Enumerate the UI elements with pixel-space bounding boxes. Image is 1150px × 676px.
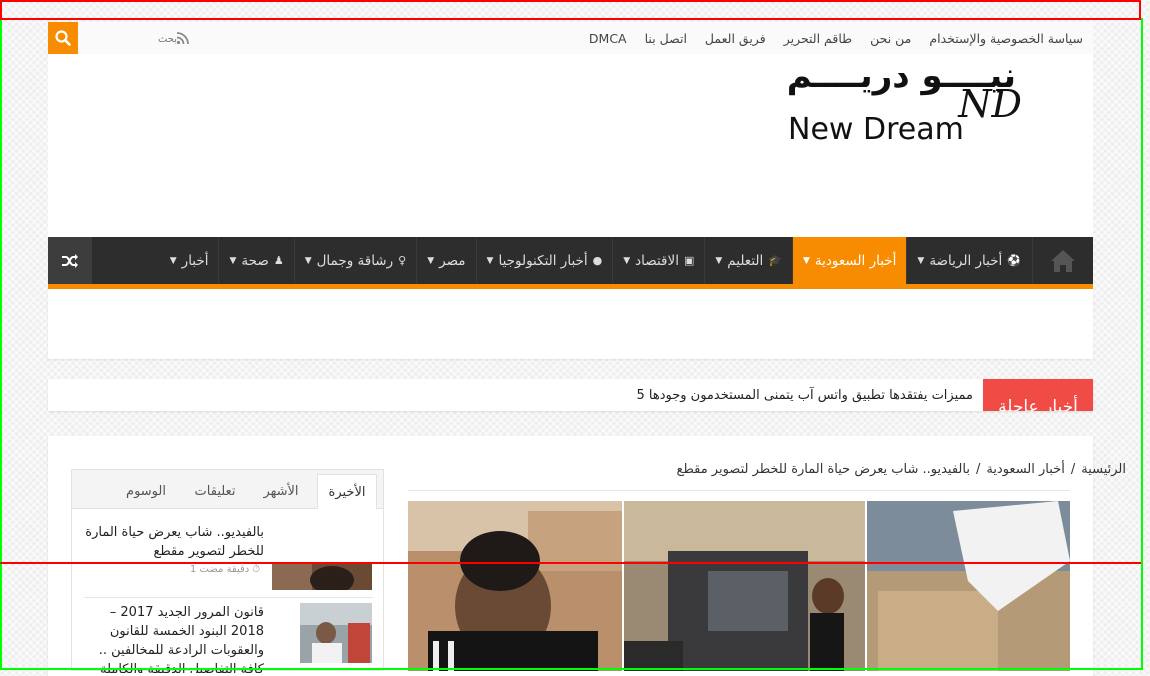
nav-item-label: مصر bbox=[439, 252, 466, 269]
caret-down-icon: ▼ bbox=[169, 255, 177, 266]
breadcrumb-category[interactable]: أخبار السعودية bbox=[986, 462, 1064, 477]
breaking-news-label: أخبار عاجلة bbox=[983, 379, 1093, 411]
nav-item-fitness[interactable]: ♀ رشاقة وجمال ▼ bbox=[293, 237, 417, 284]
tab-popular[interactable]: الأشهر bbox=[255, 474, 307, 508]
top-link-dmca[interactable]: DMCA bbox=[589, 31, 627, 46]
nav-item-label: الاقتصاد bbox=[635, 252, 679, 269]
nav-item-label: أخبار السعودية bbox=[814, 252, 897, 269]
tab-comments[interactable]: تعليقات bbox=[186, 474, 244, 508]
divider bbox=[408, 490, 1070, 491]
caret-down-icon: ▼ bbox=[623, 255, 631, 266]
nav-item-technology[interactable]: ● أخبار التكنولوجيا ▼ bbox=[475, 237, 613, 284]
random-article-button[interactable] bbox=[48, 237, 92, 284]
home-button[interactable] bbox=[1032, 237, 1093, 284]
list-item-title[interactable]: بالفيديو.. شاب يعرض حياة المارة للخطر لت… bbox=[84, 523, 264, 561]
site-logo[interactable]: نيــــو دريــــم New Dream ND bbox=[736, 54, 1022, 158]
shuffle-icon bbox=[62, 253, 78, 268]
nav-item-education[interactable]: 🎓 التعليم ▼ bbox=[704, 237, 792, 284]
top-links: سياسة الخصوصية والإستخدام من نحن طاقم ال… bbox=[589, 22, 1083, 54]
top-link-editorial[interactable]: طاقم التحرير bbox=[784, 31, 852, 46]
logo-english-text: New Dream bbox=[788, 112, 964, 147]
soccer-ball-icon: ⚽ bbox=[1007, 254, 1021, 267]
rss-icon[interactable] bbox=[176, 31, 190, 45]
nav-item-label: التعليم bbox=[727, 252, 764, 269]
breadcrumb-separator: / bbox=[1070, 462, 1076, 477]
caret-down-icon: ▼ bbox=[427, 255, 435, 266]
nav-item-label: أخبار التكنولوجيا bbox=[498, 252, 588, 269]
top-link-about[interactable]: من نحن bbox=[870, 31, 911, 46]
top-link-privacy[interactable]: سياسة الخصوصية والإستخدام bbox=[929, 31, 1083, 46]
list-item-thumbnail[interactable] bbox=[272, 562, 372, 590]
caret-down-icon: ▼ bbox=[229, 255, 237, 266]
nav-item-health[interactable]: ♟ صحة ▼ bbox=[218, 237, 293, 284]
nav-item-label: رشاقة وجمال bbox=[316, 252, 394, 269]
caret-down-icon: ▼ bbox=[715, 255, 723, 266]
nav-item-economy[interactable]: ▣ الاقتصاد ▼ bbox=[612, 237, 704, 284]
nav-item-egypt[interactable]: مصر ▼ bbox=[416, 237, 475, 284]
android-icon: ● bbox=[592, 254, 603, 267]
search-button[interactable] bbox=[48, 22, 78, 54]
thumbnail-image bbox=[272, 562, 372, 590]
list-item[interactable]: بالفيديو.. شاب يعرض حياة المارة للخطر لت… bbox=[84, 523, 264, 561]
top-link-team[interactable]: فريق العمل bbox=[705, 31, 766, 46]
caret-down-icon: ▼ bbox=[802, 255, 810, 266]
breadcrumb: الرئيسية / أخبار السعودية / بالفيديو.. ش… bbox=[677, 462, 1126, 477]
header-ad-area bbox=[48, 289, 1093, 359]
money-icon: ▣ bbox=[683, 254, 695, 267]
nav-item-sports[interactable]: ⚽ أخبار الرياضة ▼ bbox=[906, 237, 1031, 284]
female-icon: ♀ bbox=[398, 254, 407, 267]
breaking-news-headline[interactable]: 5 مميزات يفتقدها تطبيق واتس آب يتمنى الم… bbox=[637, 379, 974, 411]
breadcrumb-home[interactable]: الرئيسية bbox=[1081, 462, 1126, 477]
caret-down-icon: ▼ bbox=[917, 255, 925, 266]
breadcrumb-current: بالفيديو.. شاب يعرض حياة المارة للخطر لت… bbox=[676, 462, 970, 477]
caret-down-icon: ▼ bbox=[486, 255, 494, 266]
tab-latest[interactable]: الأخيرة bbox=[317, 474, 377, 509]
tabs-bar: الأخيرة الأشهر تعليقات الوسوم bbox=[72, 470, 383, 509]
caret-down-icon: ▼ bbox=[304, 255, 312, 266]
nav-item-label: صحة bbox=[241, 252, 269, 269]
breadcrumb-separator: / bbox=[975, 462, 981, 477]
list-item-time: 1 دقيقة مضت bbox=[190, 564, 250, 575]
thumbnail-image bbox=[300, 603, 372, 663]
featured-image bbox=[408, 501, 1070, 671]
divider bbox=[84, 597, 373, 598]
nav-item-saudi[interactable]: أخبار السعودية ▼ bbox=[791, 237, 907, 284]
debug-frame-red-top bbox=[0, 0, 1141, 20]
nav-item-label: أخبار الرياضة bbox=[929, 252, 1003, 269]
sidebar-tabs-widget: الأخيرة الأشهر تعليقات الوسوم بالفيديو..… bbox=[71, 469, 384, 673]
user-md-icon: ♟ bbox=[273, 254, 284, 267]
list-item-thumbnail[interactable] bbox=[300, 603, 372, 663]
list-item-meta: 1 دقيقة مضت ⏱ bbox=[190, 564, 260, 575]
graduation-cap-icon: 🎓 bbox=[768, 254, 782, 267]
search-icon bbox=[55, 30, 71, 46]
breaking-news-bar: أخبار عاجلة 5 مميزات يفتقدها تطبيق واتس … bbox=[48, 379, 1093, 411]
tab-tags[interactable]: الوسوم bbox=[117, 474, 175, 508]
clock-icon: ⏱ bbox=[252, 564, 261, 575]
top-link-contact[interactable]: اتصل بنا bbox=[645, 31, 687, 46]
main-nav: ⚽ أخبار الرياضة ▼ أخبار السعودية ▼ 🎓 الت… bbox=[48, 237, 1093, 284]
home-icon bbox=[1051, 249, 1075, 272]
top-bar: سياسة الخصوصية والإستخدام من نحن طاقم ال… bbox=[48, 22, 1093, 55]
nav-item-label: أخبار bbox=[181, 252, 209, 269]
nav-items: ⚽ أخبار الرياضة ▼ أخبار السعودية ▼ 🎓 الت… bbox=[160, 237, 1031, 284]
search-input[interactable] bbox=[80, 28, 179, 50]
logo-monogram: ND bbox=[958, 82, 1022, 126]
nav-item-news[interactable]: أخبار ▼ bbox=[160, 237, 219, 284]
